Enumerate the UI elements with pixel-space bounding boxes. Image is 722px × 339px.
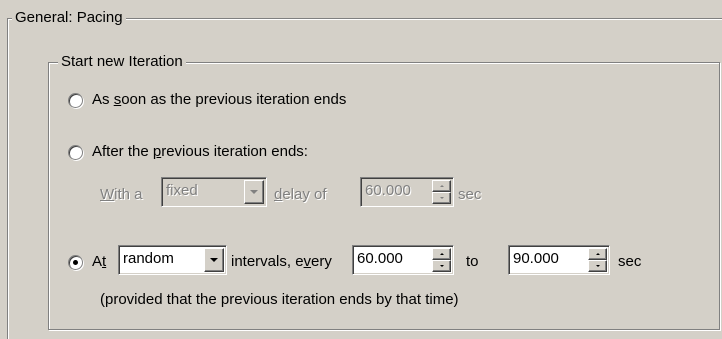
min-spin-up-button[interactable] [432, 248, 451, 260]
radio-asap[interactable] [68, 93, 83, 108]
spin-up-icon [439, 185, 444, 187]
spin-down-icon [595, 265, 600, 267]
radio-after-previous-label[interactable]: After the previous iteration ends: [92, 143, 308, 160]
spin-up-icon [439, 253, 444, 255]
max-spin-down-button[interactable] [588, 260, 607, 272]
delay-spin-down-button[interactable] [432, 192, 451, 204]
delay-spin-up-button[interactable] [432, 180, 451, 192]
delay-value: 60.000 [365, 182, 411, 199]
start-new-iteration-title: Start new Iteration [58, 53, 186, 70]
delay-value-spinner[interactable]: 60.000 [360, 177, 454, 207]
max-interval-spinner[interactable]: 90.000 [508, 245, 610, 275]
interval-type-select[interactable]: random [118, 245, 227, 275]
with-a-label: With a [100, 186, 143, 203]
radio-asap-label[interactable]: As soon as the previous iteration ends [92, 91, 346, 108]
delay-type-value: fixed [166, 182, 198, 199]
intervals-every-label: intervals, every [231, 253, 332, 270]
min-spin-down-button[interactable] [432, 260, 451, 272]
min-interval-value: 60.000 [357, 250, 403, 267]
interval-type-dropdown-button[interactable] [204, 248, 224, 272]
delay-unit-label: sec [458, 186, 482, 203]
delay-type-dropdown-button[interactable] [244, 180, 264, 204]
chevron-down-icon [250, 190, 258, 194]
max-interval-value: 90.000 [513, 250, 559, 267]
general-pacing-title: General: Pacing [12, 9, 126, 26]
interval-note: (provided that the previous iteration en… [100, 291, 459, 308]
radio-at-intervals[interactable] [68, 255, 83, 270]
spin-down-icon [439, 265, 444, 267]
to-label: to [466, 253, 479, 270]
delay-of-label: delay of [274, 186, 327, 203]
radio-at-intervals-label[interactable]: At [92, 253, 106, 270]
chevron-down-icon [210, 258, 218, 262]
spin-down-icon [439, 197, 444, 199]
interval-unit-label: sec [618, 253, 642, 270]
interval-type-value: random [123, 250, 174, 267]
min-interval-spinner[interactable]: 60.000 [352, 245, 454, 275]
spin-up-icon [595, 253, 600, 255]
radio-after-previous[interactable] [68, 145, 83, 160]
delay-type-select[interactable]: fixed [161, 177, 267, 207]
max-spin-up-button[interactable] [588, 248, 607, 260]
